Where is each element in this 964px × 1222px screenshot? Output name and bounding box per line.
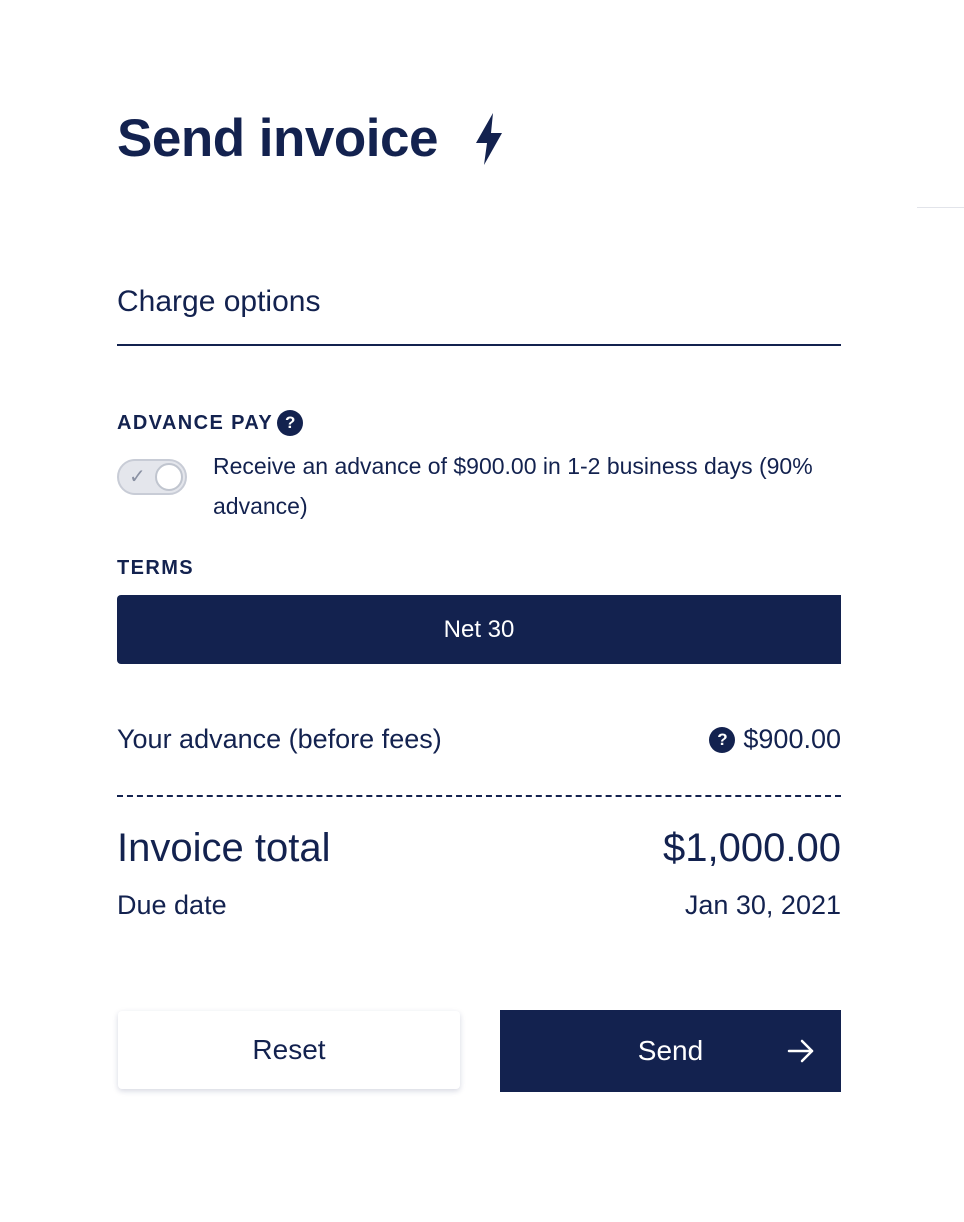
reset-button[interactable]: Reset bbox=[118, 1011, 460, 1089]
advance-pay-label-row: ADVANCE PAY ? bbox=[117, 410, 304, 436]
bolt-icon bbox=[475, 112, 502, 165]
invoice-total-label: Invoice total bbox=[117, 826, 331, 870]
send-button[interactable]: Send bbox=[500, 1010, 841, 1092]
advance-amount-wrap: ? $900.00 bbox=[709, 724, 841, 755]
terms-selected-value: Net 30 bbox=[443, 615, 515, 643]
section-divider bbox=[117, 344, 841, 346]
advance-summary-label: Your advance (before fees) bbox=[117, 724, 442, 754]
invoice-total-row: Invoice total $1,000.00 bbox=[117, 826, 841, 871]
dashed-divider bbox=[117, 795, 841, 797]
advance-pay-label: ADVANCE PAY bbox=[117, 411, 274, 434]
terms-label: TERMS bbox=[117, 557, 194, 579]
due-date-label: Due date bbox=[117, 890, 227, 920]
advance-pay-description: Receive an advance of $900.00 in 1-2 bus… bbox=[213, 453, 813, 519]
advance-pay-toggle[interactable]: ✓ bbox=[117, 459, 187, 495]
top-right-divider bbox=[917, 207, 964, 208]
page-header: Send invoice bbox=[117, 112, 504, 165]
toggle-knob bbox=[155, 463, 183, 491]
section-title-charge-options: Charge options bbox=[117, 285, 321, 318]
due-date-value: Jan 30, 2021 bbox=[684, 890, 841, 920]
check-icon: ✓ bbox=[129, 466, 146, 488]
invoice-total-value: $1,000.00 bbox=[663, 826, 841, 870]
arrow-right-icon bbox=[787, 1039, 814, 1063]
question-circle-icon[interactable]: ? bbox=[709, 726, 736, 753]
question-circle-icon[interactable]: ? bbox=[277, 410, 304, 436]
send-button-label: Send bbox=[637, 1035, 704, 1066]
advance-amount: $900.00 bbox=[743, 724, 841, 754]
terms-select[interactable]: Net 30 bbox=[117, 595, 841, 664]
page-title: Send invoice bbox=[117, 109, 438, 168]
advance-summary-row: Your advance (before fees) ? $900.00 bbox=[117, 724, 841, 755]
due-date-row: Due date Jan 30, 2021 bbox=[117, 890, 841, 921]
